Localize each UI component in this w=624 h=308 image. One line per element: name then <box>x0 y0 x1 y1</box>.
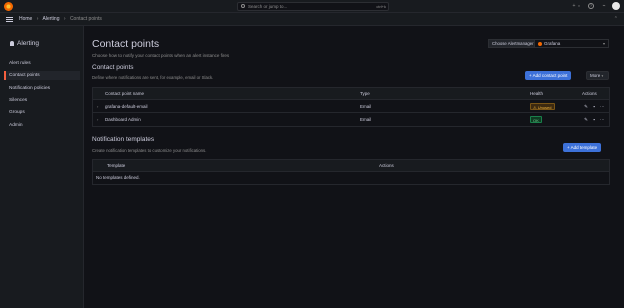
grafana-icon <box>538 42 542 46</box>
main-content: Contact points Choose how to notify your… <box>84 26 624 308</box>
sidebar-title-text: Alerting <box>17 40 40 47</box>
delete-icon[interactable]: ▪ <box>592 104 596 109</box>
search-input[interactable]: Search or jump to... ctrl+k <box>237 2 389 11</box>
contact-point-type: Email <box>360 104 372 109</box>
templates-title: Notification templates <box>92 136 155 143</box>
grafana-logo-icon[interactable] <box>4 2 13 11</box>
empty-state: No templates defined. <box>96 175 140 180</box>
chevron-down-icon[interactable]: ▾ <box>576 3 582 9</box>
table-header: Contact point name Type Health Actions <box>93 88 609 100</box>
add-contact-point-button[interactable]: + Add contact point <box>525 71 572 80</box>
alertmanager-label: Choose Alertmanager <box>488 39 538 48</box>
status-badge-text: Unused <box>537 105 552 110</box>
menu-icon[interactable] <box>6 17 13 22</box>
column-header: Health <box>530 91 544 96</box>
sidebar-item-groups[interactable]: Groups <box>4 108 80 117</box>
alertmanager-value: Grafana <box>544 41 561 46</box>
contact-points-table: Contact point name Type Health Actions ›… <box>92 87 610 127</box>
bell-icon <box>10 40 14 46</box>
more-button[interactable]: More ▾ <box>586 71 609 80</box>
column-header: Actions <box>379 163 394 168</box>
sidebar-item-contact-points[interactable]: Contact points <box>4 71 80 80</box>
sidebar-item-admin[interactable]: Admin <box>4 121 80 130</box>
breadcrumb-separator: › <box>36 16 39 22</box>
breadcrumb-alerting[interactable]: Alerting <box>43 16 60 22</box>
edit-icon[interactable]: ✎ <box>584 117 588 122</box>
contact-points-subtitle: Define where notifications are sent, for… <box>92 75 214 80</box>
breadcrumb-current: Contact points <box>69 16 102 22</box>
breadcrumb-separator: › <box>63 16 66 22</box>
alertmanager-select[interactable]: Grafana ▾ <box>534 39 609 48</box>
help-icon[interactable]: ? <box>588 3 594 9</box>
templates-table: Template Actions No templates defined. <box>92 159 610 185</box>
status-badge: OK <box>530 116 542 123</box>
page-title: Contact points <box>92 38 160 50</box>
status-badge: ⚠ Unused <box>530 103 555 110</box>
avatar[interactable] <box>612 2 620 10</box>
chevron-down-icon: ▾ <box>601 74 604 78</box>
table-header: Template Actions <box>93 160 609 172</box>
breadcrumb-bar: Home › Alerting › Contact points ⌃ <box>0 13 624 26</box>
page-subtitle: Choose how to notify your contact points… <box>92 53 230 58</box>
top-bar: Search or jump to... ctrl+k + ▾ ? ⌁ <box>0 0 624 13</box>
add-template-button[interactable]: + Add template <box>563 143 602 152</box>
contact-point-type: Email <box>360 117 372 122</box>
sidebar-item-silences[interactable]: Silences <box>4 96 80 105</box>
breadcrumb: Home › Alerting › Contact points <box>19 16 105 23</box>
more-icon[interactable]: ⋯ <box>600 104 605 109</box>
chevron-down-icon: ▾ <box>602 41 605 46</box>
table-row: › grafana-default-email Email ⚠ Unused ✎… <box>93 100 609 113</box>
templates-subtitle: Create notification templates to customi… <box>92 148 207 153</box>
contact-point-name: Dashboard Admin <box>105 117 141 122</box>
sidebar-item-alert-rules[interactable]: Alert rules <box>4 59 80 68</box>
sidebar: Alerting Alert rules Contact points Noti… <box>0 26 84 308</box>
search-placeholder: Search or jump to... <box>248 4 288 9</box>
table-row: › Dashboard Admin Email OK ✎ ▪ ⋯ <box>93 113 609 126</box>
contact-points-title: Contact points <box>92 64 134 71</box>
search-icon <box>241 4 245 8</box>
news-icon[interactable]: ⌁ <box>601 3 607 9</box>
edit-icon[interactable]: ✎ <box>584 104 588 109</box>
column-header: Template <box>107 163 126 168</box>
more-icon[interactable]: ⋯ <box>600 117 605 122</box>
column-header: Actions <box>582 91 597 96</box>
sidebar-item-notification-policies[interactable]: Notification policies <box>4 84 80 93</box>
sidebar-title: Alerting <box>10 40 39 47</box>
contact-point-name: grafana-default-email <box>105 104 148 109</box>
chevron-right-icon[interactable]: › <box>97 100 98 113</box>
collapse-icon[interactable]: ⌃ <box>614 16 618 22</box>
breadcrumb-home[interactable]: Home <box>19 16 32 22</box>
delete-icon[interactable]: ▪ <box>592 117 596 122</box>
search-shortcut: ctrl+k <box>376 4 386 9</box>
more-button-label: More <box>590 73 601 78</box>
chevron-right-icon[interactable]: › <box>97 113 98 126</box>
column-header: Contact point name <box>105 91 145 96</box>
column-header: Type <box>360 91 370 96</box>
